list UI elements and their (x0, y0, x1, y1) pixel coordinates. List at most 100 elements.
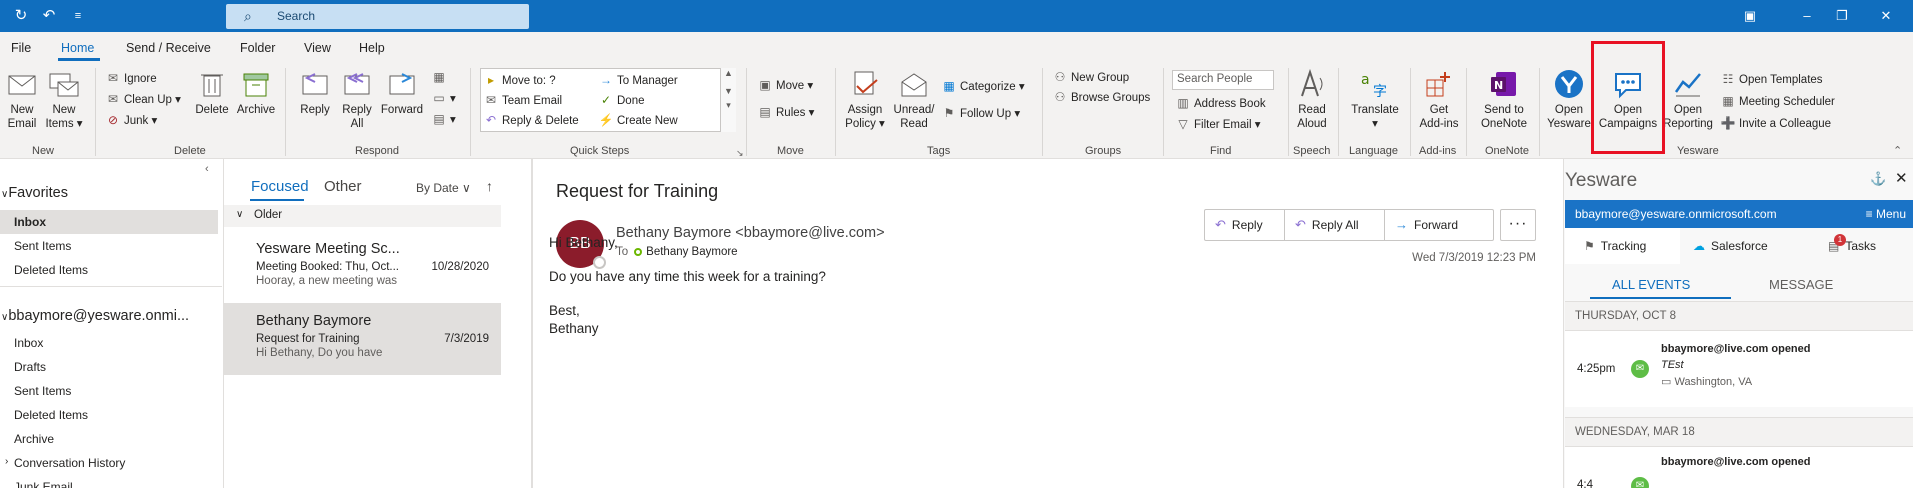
new-email-button[interactable]: New Email (4, 68, 40, 131)
new-group-button[interactable]: ⚇ New Group (1052, 68, 1130, 86)
flag-icon: ⚑ (943, 106, 955, 120)
reply-all-button[interactable]: ↶ Reply All (1295, 210, 1359, 240)
delete-button[interactable]: Delete (194, 68, 230, 117)
more-actions-button[interactable]: ··· (1500, 209, 1536, 241)
subtab-all-events[interactable]: ALL EVENTS (1612, 277, 1690, 292)
sort-direction-icon[interactable]: ↑ (486, 178, 493, 194)
tab-salesforce[interactable]: ☁ Salesforce (1693, 239, 1768, 253)
junk-button[interactable]: ⊘ Junk ▾ (105, 111, 157, 129)
nav-archive[interactable]: Archive (14, 432, 54, 446)
translate-button[interactable]: a字 Translate ▾ (1346, 68, 1404, 131)
nav-deleted-items[interactable]: Deleted Items (14, 408, 88, 422)
nav-favorites-deleted-items[interactable]: Deleted Items (14, 263, 88, 277)
sender[interactable]: Bethany Baymore <bbaymore@live.com> (616, 225, 885, 241)
group-header-older[interactable]: ∨ Older (224, 205, 501, 227)
minimize-button[interactable]: – (1797, 6, 1817, 26)
send-to-onenote-button[interactable]: N Send to OneNote (1474, 68, 1534, 131)
follow-up-button[interactable]: ⚑ Follow Up ▾ (941, 104, 1021, 122)
yesware-menu-button[interactable]: ≡ Menu (1866, 207, 1906, 221)
customize-toolbar-icon[interactable]: ≡ (69, 7, 87, 25)
reply-button[interactable]: Reply (296, 68, 334, 117)
collapse-ribbon-icon[interactable]: ⌃ (1893, 142, 1902, 160)
sort-by-dropdown[interactable]: By Date ∨ (416, 181, 471, 195)
tab-home[interactable]: Home (61, 41, 94, 55)
restore-button[interactable]: ❐ (1832, 6, 1852, 26)
tab-view[interactable]: View (304, 41, 331, 55)
pin-icon[interactable]: ⚓ (1870, 171, 1886, 187)
nav-favorites-inbox[interactable]: Inbox (14, 215, 46, 229)
group-separator (1338, 68, 1339, 156)
meeting-reply-button[interactable]: ▦ (431, 68, 450, 86)
unread-read-button[interactable]: Unread/Read (891, 68, 937, 131)
read-aloud-button[interactable]: Read Aloud (1292, 68, 1332, 131)
address-book-button[interactable]: ▥ Address Book (1175, 94, 1265, 112)
yesware-account-email: bbaymore@yesware.onmicrosoft.com (1575, 207, 1777, 221)
nav-sent-items[interactable]: Sent Items (14, 384, 71, 398)
undo-icon[interactable]: ↶ (40, 7, 58, 25)
quickstep-to-manager[interactable]: → To Manager (598, 71, 678, 89)
search-box[interactable]: ⌕ Search (226, 4, 529, 29)
get-addins-button[interactable]: Get Add-ins (1416, 68, 1462, 131)
close-button[interactable]: ✕ (1876, 6, 1896, 26)
forward-icon: → (1395, 217, 1408, 232)
collapse-pane-icon[interactable]: ‹ (205, 163, 209, 175)
message-item-selected[interactable]: Bethany Baymore Request for Training Hi … (224, 303, 501, 375)
expand-gallery-icon[interactable]: ▾ (721, 100, 736, 111)
nav-inbox[interactable]: Inbox (14, 336, 43, 350)
more-respond-button[interactable]: ▤ ▾ (431, 110, 455, 128)
nav-conversation-history[interactable]: › Conversation History (5, 456, 125, 470)
group-separator (285, 68, 286, 156)
rules-button[interactable]: ▤ Rules ▾ (757, 103, 814, 121)
open-reporting-button[interactable]: Open Reporting (1662, 68, 1714, 131)
tab-file[interactable]: File (11, 41, 31, 55)
quickstep-reply-delete[interactable]: ↶ Reply & Delete (483, 111, 579, 129)
tab-send-receive[interactable]: Send / Receive (126, 41, 211, 55)
tracking-event[interactable]: 4:25pm ✉ bbaymore@live.com opened TEst ▭… (1565, 331, 1913, 407)
tracking-event[interactable]: 4:4 ✉ bbaymore@live.com opened (1565, 447, 1913, 488)
quickstep-create-new[interactable]: ⚡ Create New (598, 111, 678, 129)
assign-policy-button[interactable]: Assign Policy ▾ (842, 68, 888, 131)
subtab-message[interactable]: MESSAGE (1769, 277, 1833, 292)
quickstep-team-email[interactable]: ✉ Team Email (483, 91, 562, 109)
message-item[interactable]: Yesware Meeting Sc... Meeting Booked: Th… (224, 231, 501, 303)
nav-favorites-sent-items[interactable]: Sent Items (14, 239, 71, 253)
favorites-header[interactable]: ∨Favorites (1, 185, 68, 201)
nav-junk-email[interactable]: Junk Email (14, 480, 73, 488)
quickstep-move-to[interactable]: ▸ Move to: ? (483, 71, 556, 89)
search-people-input[interactable]: Search People (1172, 70, 1274, 90)
tab-tracking[interactable]: ⚑ Tracking (1584, 239, 1646, 253)
tab-help[interactable]: Help (359, 41, 385, 55)
invite-colleague-button[interactable]: ➕ Invite a Colleague (1720, 114, 1832, 132)
account-header[interactable]: ∨bbaymore@yesware.onmi... (1, 308, 189, 324)
browse-groups-button[interactable]: ⚇ Browse Groups (1052, 88, 1151, 106)
scroll-up-icon[interactable]: ▲ (721, 68, 736, 78)
forward-button[interactable]: Forward (380, 68, 424, 117)
archive-button[interactable]: Archive (234, 68, 278, 117)
open-yesware-button[interactable]: Open Yesware (1544, 68, 1594, 131)
clean-up-button[interactable]: ✉ Clean Up ▾ (105, 90, 181, 108)
tab-focused[interactable]: Focused (251, 178, 309, 195)
nav-drafts[interactable]: Drafts (14, 360, 46, 374)
tab-other[interactable]: Other (324, 178, 362, 195)
sync-icon[interactable]: ↻ (12, 7, 30, 25)
ignore-button[interactable]: ✉ Ignore (105, 69, 157, 87)
calendar-icon: ▦ (1722, 94, 1734, 108)
quickstep-done[interactable]: ✓ Done (598, 91, 645, 109)
move-button[interactable]: ▣ Move ▾ (757, 76, 813, 94)
coming-soon-icon[interactable]: ▣ (1740, 6, 1760, 26)
im-reply-button[interactable]: ▭ ▾ (431, 89, 455, 107)
filter-email-button[interactable]: ▽ Filter Email ▾ (1175, 115, 1260, 133)
categorize-button[interactable]: ▦ Categorize ▾ (941, 77, 1024, 95)
tab-folder[interactable]: Folder (240, 41, 275, 55)
reply-all-button[interactable]: Reply All (338, 68, 376, 131)
meeting-scheduler-button[interactable]: ▦ Meeting Scheduler (1720, 92, 1835, 110)
day-header: WEDNESDAY, MAR 18 (1565, 417, 1913, 447)
quick-steps-scroll[interactable]: ▲ ▼ ▾ (720, 68, 736, 132)
open-templates-button[interactable]: ☷ Open Templates (1720, 70, 1823, 88)
reply-button[interactable]: ↶ Reply (1215, 210, 1263, 240)
forward-button[interactable]: → Forward (1395, 210, 1458, 240)
scroll-down-icon[interactable]: ▼ (721, 86, 736, 96)
new-items-button[interactable]: New Items ▾ (45, 68, 83, 131)
close-icon[interactable]: ✕ (1895, 169, 1908, 187)
svg-text:a: a (1361, 72, 1370, 88)
